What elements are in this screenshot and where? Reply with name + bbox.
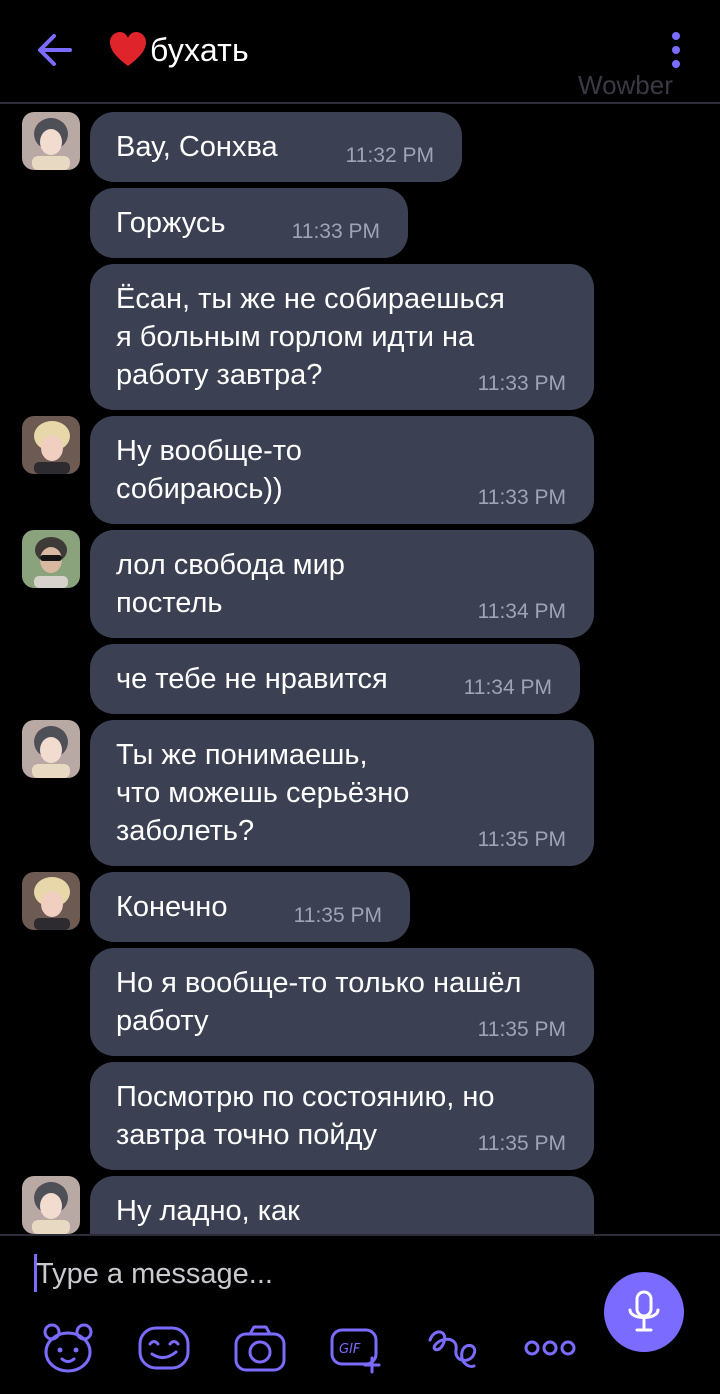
- message-input[interactable]: [36, 1256, 576, 1292]
- message-text: Конечно: [116, 891, 228, 923]
- chat-header: бухать Wowber: [0, 0, 720, 104]
- message-text: Ты же понимаешь, что можешь серьёзно заб…: [116, 739, 410, 847]
- message-bubble[interactable]: Ну ладно, как: [90, 1176, 594, 1234]
- more-button[interactable]: [522, 1322, 578, 1374]
- message-text: че тебе не нравится: [116, 663, 388, 695]
- doodle-icon: [428, 1330, 477, 1368]
- message-text: Вау, Сонхва: [116, 131, 278, 163]
- message-text: лол свобода мир постель: [116, 549, 345, 619]
- message-time: 11:33 PM: [291, 220, 380, 243]
- message-time: 11:33 PM: [477, 372, 566, 395]
- message-time: 11:34 PM: [477, 600, 566, 623]
- message-bubble[interactable]: лол свобода мир постель 11:34 PM: [90, 530, 594, 638]
- camera-button[interactable]: [232, 1322, 288, 1374]
- message-bubble[interactable]: Вау, Сонхва 11:32 PM: [90, 112, 462, 182]
- chat-title-group[interactable]: бухать: [108, 26, 249, 74]
- more-options-button[interactable]: [662, 28, 690, 72]
- message-text: Но я вообще-то только нашёл работу: [116, 967, 522, 1037]
- message-time: 11:35 PM: [477, 1132, 566, 1155]
- avatar[interactable]: [22, 872, 80, 930]
- message-text: Посмотрю по состоянию, но завтра точно п…: [116, 1081, 495, 1151]
- avatar[interactable]: [22, 1176, 80, 1234]
- emoji-face-icon: [138, 1326, 190, 1370]
- microphone-icon: [628, 1290, 660, 1332]
- avatar-image: [22, 530, 80, 588]
- message-bubble[interactable]: Но я вообще-то только нашёл работу 11:35…: [90, 948, 594, 1056]
- message-text: Ну вообще-то собираюсь)): [116, 435, 302, 505]
- message-time: 11:32 PM: [345, 144, 434, 167]
- avatar[interactable]: [22, 720, 80, 778]
- message-bubble[interactable]: че тебе не нравится 11:34 PM: [90, 644, 580, 714]
- voice-message-button[interactable]: [604, 1272, 684, 1352]
- back-arrow-icon: [38, 34, 72, 66]
- message-bubble[interactable]: Конечно 11:35 PM: [90, 872, 410, 942]
- gif-icon: GIF: [330, 1328, 381, 1374]
- message-composer: GIF: [0, 1234, 720, 1394]
- heart-icon: [110, 32, 146, 66]
- back-button[interactable]: [30, 26, 78, 74]
- message-bubble[interactable]: Посмотрю по состоянию, но завтра точно п…: [90, 1062, 594, 1170]
- message-time: 11:34 PM: [463, 676, 552, 699]
- message-bubble[interactable]: Горжусь 11:33 PM: [90, 188, 408, 258]
- avatar[interactable]: [22, 530, 80, 588]
- message-time: 11:33 PM: [477, 486, 566, 509]
- avatar-image: [22, 1176, 80, 1234]
- avatar-image: [22, 112, 80, 170]
- message-text: Горжусь: [116, 207, 226, 239]
- doodle-button[interactable]: [424, 1322, 480, 1374]
- sticker-bear-icon: [43, 1323, 93, 1373]
- gif-button[interactable]: GIF: [328, 1322, 384, 1374]
- watermark: Wowber: [578, 70, 673, 100]
- message-bubble[interactable]: Ёсан, ты же не собираешься я больным гор…: [90, 264, 594, 410]
- avatar-image: [22, 720, 80, 778]
- more-horizontal-icon: [524, 1340, 576, 1356]
- avatar[interactable]: [22, 416, 80, 474]
- message-text: Ну ладно, как: [116, 1195, 300, 1227]
- message-list[interactable]: Вау, Сонхва 11:32 PM Горжусь 11:33 PM Ёс…: [0, 106, 720, 1234]
- sticker-button[interactable]: [40, 1322, 96, 1374]
- message-time: 11:35 PM: [293, 904, 382, 927]
- message-time: 11:35 PM: [477, 1018, 566, 1041]
- chat-title: бухать: [150, 31, 249, 68]
- message-time: 11:35 PM: [477, 828, 566, 851]
- emoji-button[interactable]: [136, 1322, 192, 1374]
- avatar-image: [22, 872, 80, 930]
- message-bubble[interactable]: Ты же понимаешь, что можешь серьёзно заб…: [90, 720, 594, 866]
- message-bubble[interactable]: Ну вообще-то собираюсь)) 11:33 PM: [90, 416, 594, 524]
- message-text: Ёсан, ты же не собираешься я больным гор…: [116, 283, 505, 391]
- svg-text:GIF: GIF: [339, 1342, 361, 1357]
- camera-icon: [234, 1325, 286, 1372]
- avatar-image: [22, 416, 80, 474]
- avatar[interactable]: [22, 112, 80, 170]
- more-vertical-icon: [672, 32, 680, 68]
